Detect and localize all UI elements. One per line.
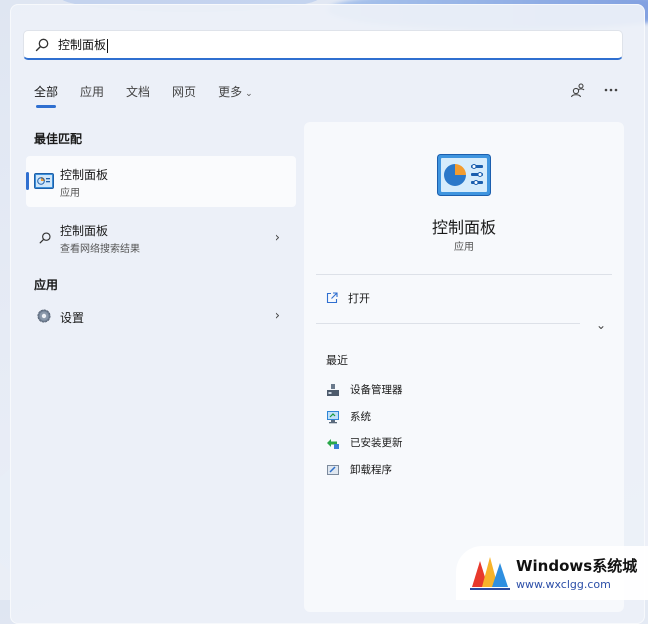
filter-tabs: 全部 应用 文档 网页 更多 ⌄	[34, 83, 275, 108]
tab-more-label: 更多	[218, 85, 243, 99]
recent-item-installed-updates[interactable]: 已安装更新	[326, 435, 403, 450]
control-panel-small-icon	[34, 173, 54, 189]
search-input[interactable]: 控制面板	[23, 30, 623, 60]
recent-item-label: 已安装更新	[350, 437, 403, 449]
windows-logo-icon	[470, 557, 510, 590]
web-result-title: 控制面板	[60, 224, 109, 238]
watermark-badge: Windows系统城 www.wxclgg.com	[456, 546, 648, 600]
recent-item-device-manager[interactable]: 设备管理器	[326, 382, 403, 397]
tab-documents[interactable]: 文档	[126, 83, 150, 106]
uninstall-program-icon	[327, 464, 339, 475]
search-icon	[39, 232, 51, 244]
best-match-subtitle: 应用	[60, 188, 80, 199]
recent-item-label: 设备管理器	[350, 384, 403, 396]
tab-apps[interactable]: 应用	[80, 83, 104, 106]
watermark-title: Windows系统城	[516, 557, 638, 575]
selection-accent	[26, 172, 29, 190]
control-panel-large-icon	[437, 154, 491, 196]
chevron-down-icon[interactable]: ⌄	[596, 318, 606, 332]
tab-more[interactable]: 更多 ⌄	[218, 83, 253, 106]
best-match-result[interactable]: 控制面板 应用	[26, 156, 296, 207]
settings-title: 设置	[60, 311, 85, 325]
recent-heading: 最近	[326, 354, 348, 367]
device-manager-icon	[327, 383, 339, 396]
top-right-actions	[570, 82, 618, 98]
search-query-text: 控制面板	[58, 38, 107, 52]
chevron-right-icon: ›	[274, 230, 280, 246]
settings-gear-icon	[37, 309, 51, 323]
watermark-url: www.wxclgg.com	[516, 578, 611, 591]
open-external-icon	[326, 292, 338, 304]
tab-all[interactable]: 全部	[34, 83, 58, 108]
installed-updates-icon	[327, 438, 339, 449]
detail-pane: 控制面板 应用 打开 ⌄ 最近 设备管理器 系统 已安装更新 卸载程序	[304, 122, 624, 612]
web-search-result[interactable]: 控制面板 查看网络搜索结果 ›	[26, 216, 296, 260]
tab-web[interactable]: 网页	[172, 83, 196, 106]
detail-title: 控制面板	[431, 218, 496, 237]
app-result-settings[interactable]: 设置 ›	[26, 296, 296, 336]
recent-item-label: 卸载程序	[350, 464, 392, 476]
text-caret	[107, 38, 109, 53]
search-icon	[35, 38, 49, 51]
chevron-right-icon: ›	[274, 308, 280, 324]
more-options-icon[interactable]	[604, 88, 618, 92]
best-match-title: 控制面板	[60, 168, 109, 182]
recent-item-uninstall-program[interactable]: 卸载程序	[326, 462, 392, 477]
detail-type: 应用	[454, 242, 474, 253]
chevron-down-icon: ⌄	[245, 89, 253, 99]
recent-item-label: 系统	[350, 411, 371, 423]
divider	[316, 274, 612, 275]
recent-item-system[interactable]: 系统	[326, 409, 371, 424]
open-label: 打开	[348, 292, 370, 305]
account-switch-icon[interactable]	[570, 82, 586, 98]
best-match-heading: 最佳匹配	[34, 132, 83, 146]
web-result-subtitle: 查看网络搜索结果	[60, 244, 140, 255]
divider	[316, 323, 580, 324]
open-action[interactable]: 打开	[326, 290, 370, 306]
system-icon	[327, 410, 339, 423]
apps-heading: 应用	[34, 278, 59, 292]
